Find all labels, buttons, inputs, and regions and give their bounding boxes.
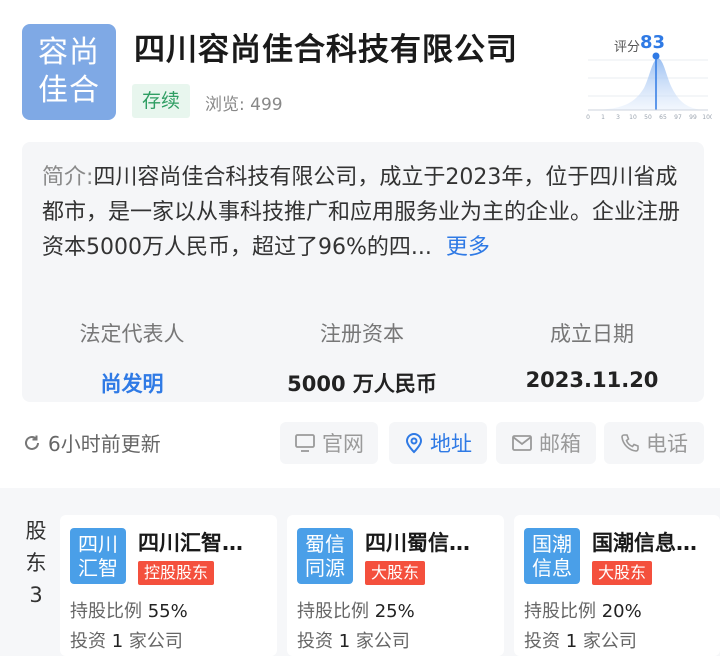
score-axis-tick: 10 (629, 114, 637, 121)
shareholder-ratio: 持股比例 20% (524, 597, 642, 623)
shareholders-count: 3 (29, 583, 43, 607)
shareholder-name: 四川蜀信… (365, 531, 470, 555)
shareholder-investments: 投资 1 家公司 (297, 627, 410, 653)
invest-count: 1 (565, 631, 578, 652)
company-name: 四川容尚佳合科技有限公司 (134, 32, 518, 68)
update-status[interactable]: 6小时前更新 (22, 428, 161, 457)
website-button[interactable]: 官网 (280, 422, 378, 464)
shareholder-tag: 控股股东 (138, 561, 215, 585)
status-badge: 存续 (132, 84, 191, 118)
legal-rep-link[interactable]: 尚发明 (22, 368, 242, 398)
shareholder-logo: 蜀信 同源 (297, 528, 353, 584)
registered-capital-value: 5000 万人民币 (287, 372, 437, 396)
company-logo: 容尚 佳合 (22, 24, 116, 120)
score-axis-tick: 100 (702, 114, 712, 121)
address-button[interactable]: 地址 (389, 422, 487, 464)
ratio-value: 25% (374, 601, 415, 622)
logo-text-line2: 佳合 (38, 73, 100, 108)
invest-unit: 家公司 (355, 631, 410, 652)
score-curve (588, 58, 708, 110)
score-axis-tick: 65 (659, 114, 667, 121)
phone-button[interactable]: 电话 (604, 422, 704, 464)
shareholder-logo-line1: 四川 (78, 532, 118, 556)
registered-capital-label: 注册资本 (320, 322, 404, 346)
established-date-value: 2023.11.20 (525, 368, 659, 392)
email-label: 邮箱 (539, 432, 581, 456)
address-label: 地址 (430, 432, 472, 456)
website-label: 官网 (322, 432, 364, 456)
legal-rep-field: 法定代表人 尚发明 (22, 318, 242, 398)
score-axis-tick: 50 (644, 114, 652, 121)
shareholder-logo-line2: 汇智 (78, 556, 118, 580)
shareholder-card[interactable]: 蜀信 同源 四川蜀信… 大股东 持股比例 25% 投资 1 家公司 (287, 515, 504, 656)
invest-count: 1 (111, 631, 124, 652)
shareholder-investments: 投资 1 家公司 (70, 627, 183, 653)
established-date-field: 成立日期 2023.11.20 (482, 318, 702, 392)
invest-count: 1 (338, 631, 351, 652)
shareholder-ratio: 持股比例 25% (297, 597, 415, 623)
location-pin-icon (405, 433, 423, 454)
score-axis-tick: 99 (689, 114, 697, 121)
ratio-value: 55% (147, 601, 188, 622)
ratio-value: 20% (601, 601, 642, 622)
invest-label: 投资 (70, 631, 106, 652)
phone-label: 电话 (646, 432, 688, 456)
email-button[interactable]: 邮箱 (496, 422, 596, 464)
view-count: 浏览: 499 (205, 95, 283, 115)
score-value: 83 (640, 32, 666, 53)
ratio-label: 持股比例 (70, 601, 142, 622)
shareholder-logo-line2: 信息 (532, 556, 572, 580)
intro-prefix: 简介: (42, 165, 94, 190)
shareholder-card[interactable]: 四川 汇智 四川汇智… 控股股东 持股比例 55% 投资 1 家公司 (60, 515, 277, 656)
registered-capital-field: 注册资本 5000 万人民币 (252, 318, 472, 398)
more-link[interactable]: 更多 (446, 235, 490, 260)
shareholder-logo-line1: 蜀信 (305, 532, 345, 556)
shareholders-label-1: 股 (25, 519, 47, 543)
monitor-icon (295, 434, 315, 452)
shareholder-logo: 四川 汇智 (70, 528, 126, 584)
shareholder-investments: 投资 1 家公司 (524, 627, 637, 653)
score-axis-tick: 1 (601, 114, 605, 121)
score-marker-dot (652, 52, 660, 60)
invest-unit: 家公司 (582, 631, 637, 652)
shareholder-tag: 大股东 (365, 561, 426, 585)
score-axis-tick: 3 (616, 114, 620, 121)
update-text: 6小时前更新 (48, 432, 161, 456)
invest-label: 投资 (524, 631, 560, 652)
score-axis-tick: 0 (586, 114, 590, 121)
phone-icon (621, 434, 639, 452)
established-date-label: 成立日期 (550, 322, 634, 346)
refresh-icon (25, 435, 39, 450)
intro-text: 四川容尚佳合科技有限公司，成立于2023年，位于四川省成都市，是一家以从事科技推… (42, 165, 681, 260)
shareholder-logo: 国潮 信息 (524, 528, 580, 584)
shareholder-ratio: 持股比例 55% (70, 597, 188, 623)
ratio-label: 持股比例 (524, 601, 596, 622)
score-axis-tick: 97 (674, 114, 682, 121)
shareholder-logo-line2: 同源 (305, 556, 345, 580)
shareholder-logo-line1: 国潮 (532, 532, 572, 556)
ratio-label: 持股比例 (297, 601, 369, 622)
shareholder-name: 国潮信息… (592, 531, 697, 555)
mail-icon (512, 435, 532, 451)
invest-unit: 家公司 (128, 631, 183, 652)
intro-text-block: 简介:四川容尚佳合科技有限公司，成立于2023年，位于四川省成都市，是一家以从事… (42, 160, 682, 265)
logo-text-line1: 容尚 (38, 35, 100, 70)
invest-label: 投资 (297, 631, 333, 652)
shareholders-header[interactable]: 股 东 3 (22, 515, 50, 611)
legal-rep-label: 法定代表人 (79, 322, 185, 346)
shareholder-name: 四川汇智… (138, 531, 243, 555)
shareholder-card[interactable]: 国潮 信息 国潮信息… 大股东 持股比例 20% 投资 1 家公司 (514, 515, 720, 656)
shareholders-label-2: 东 (25, 551, 47, 575)
score-label: 评分 (614, 40, 641, 55)
shareholder-tag: 大股东 (592, 561, 653, 585)
